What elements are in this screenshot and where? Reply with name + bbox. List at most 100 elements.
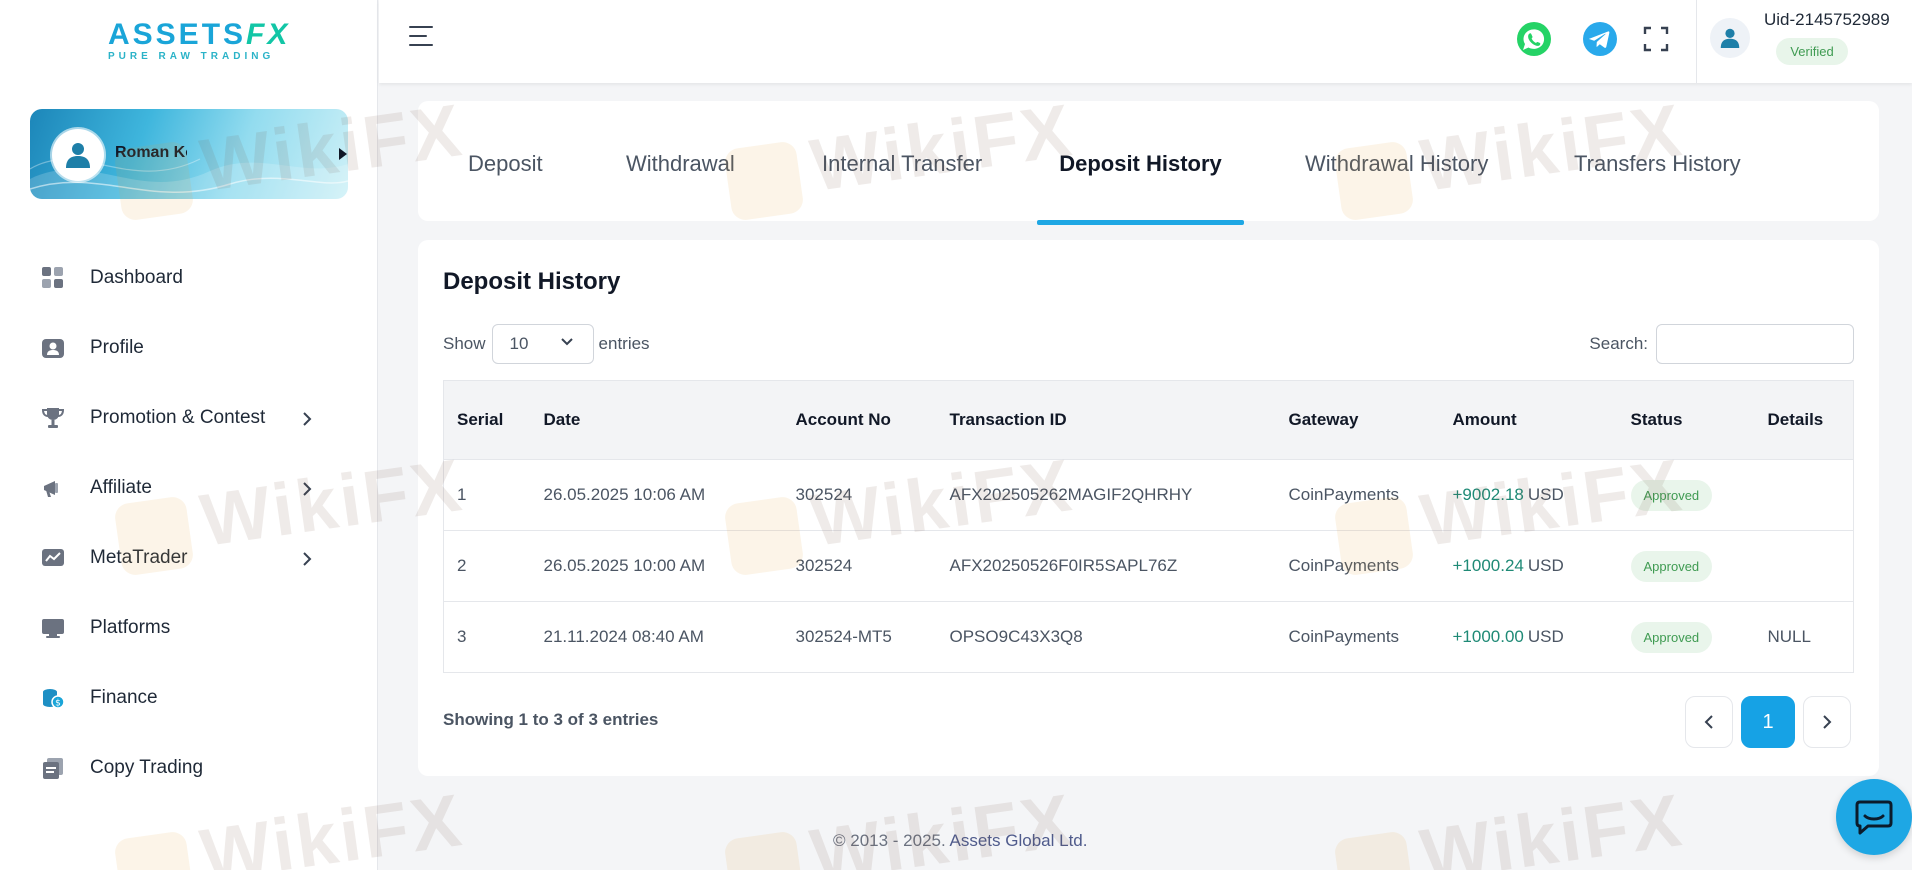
logo-fx-text: FX <box>246 18 291 51</box>
sidebar-item-label: Finance <box>90 687 158 708</box>
monitor-icon <box>40 615 66 641</box>
sidebar-item-metatrader[interactable]: MetaTrader <box>40 538 340 578</box>
sidebar-item-label: Promotion & Contest <box>90 407 266 428</box>
tab-withdrawal-history[interactable]: Withdrawal History <box>1305 101 1488 221</box>
cell-gateway: CoinPayments <box>1275 601 1440 673</box>
search-input[interactable] <box>1656 324 1854 364</box>
tab-withdrawal[interactable]: Withdrawal <box>626 101 735 221</box>
deposit-history-table: Serial Date Account No Transaction ID Ga… <box>443 380 1854 673</box>
watermark-text: WikiFX <box>805 778 1079 870</box>
sidebar-item-promotion[interactable]: Promotion & Contest <box>40 398 340 438</box>
sidebar-item-affiliate[interactable]: Affiliate <box>40 468 340 508</box>
tab-deposit[interactable]: Deposit <box>468 101 543 221</box>
user-card[interactable]: Roman Ko <box>30 109 348 199</box>
entries-label: entries <box>598 334 650 353</box>
sidebar: ASSETSFX PURE RAW TRADING Roman Ko Dashb… <box>0 0 378 870</box>
caret-right-icon[interactable] <box>338 147 348 161</box>
amount-currency: USD <box>1527 485 1564 504</box>
tab-deposit-history[interactable]: Deposit History <box>1037 101 1244 225</box>
show-label: Show <box>443 334 486 353</box>
telegram-icon[interactable] <box>1582 21 1618 57</box>
cell-details <box>1754 459 1854 531</box>
sidebar-item-label: Copy Trading <box>90 757 204 778</box>
chevron-right-icon <box>303 552 312 566</box>
sidebar-item-profile[interactable]: Profile <box>40 328 340 368</box>
search-control: Search: <box>1589 324 1854 364</box>
chevron-right-icon <box>303 412 312 426</box>
tab-internal-transfer[interactable]: Internal Transfer <box>822 101 982 221</box>
col-gateway[interactable]: Gateway <box>1275 380 1440 460</box>
topbar-divider <box>1696 0 1697 83</box>
whatsapp-icon[interactable] <box>1516 21 1552 57</box>
amount-currency: USD <box>1527 556 1564 575</box>
col-status[interactable]: Status <box>1617 380 1755 460</box>
sidebar-item-label: Dashboard <box>90 267 183 288</box>
cell-account: 302524 <box>782 530 937 602</box>
brand-logo[interactable]: ASSETSFX PURE RAW TRADING <box>108 18 287 63</box>
watermark-text: WikiFX <box>1415 778 1689 870</box>
pagination-page-button[interactable]: 1 <box>1741 696 1795 748</box>
col-transaction-id[interactable]: Transaction ID <box>936 380 1276 460</box>
cell-gateway: CoinPayments <box>1275 530 1440 602</box>
footer-company-link[interactable]: Assets Global Ltd. <box>950 831 1088 850</box>
sidebar-item-dashboard[interactable]: Dashboard <box>40 258 340 298</box>
topbar-avatar[interactable] <box>1710 18 1750 58</box>
cell-date: 21.11.2024 08:40 AM <box>530 601 783 673</box>
cell-details <box>1754 530 1854 602</box>
pagination-next-button[interactable] <box>1803 696 1851 748</box>
coins-icon: $ <box>40 685 66 711</box>
amount-value: +9002.18 <box>1452 485 1524 504</box>
col-serial[interactable]: Serial <box>443 380 531 460</box>
sidebar-item-finance[interactable]: $ Finance <box>40 678 340 718</box>
cell-serial: 1 <box>443 459 531 531</box>
finance-tabs: Deposit Withdrawal Internal Transfer Dep… <box>418 101 1879 225</box>
sidebar-item-copy-trading[interactable]: Copy Trading <box>40 748 340 788</box>
table-info: Showing 1 to 3 of 3 entries <box>443 710 659 729</box>
cell-date: 26.05.2025 10:06 AM <box>530 459 783 531</box>
copy-icon <box>40 755 66 781</box>
cell-transaction-id: OPSO9C43X3Q8 <box>936 601 1276 673</box>
sidebar-item-label: Platforms <box>90 617 171 638</box>
col-account-no[interactable]: Account No <box>782 380 937 460</box>
table-row: 2 26.05.2025 10:00 AM 302524 AFX20250526… <box>443 530 1854 602</box>
cell-account: 302524 <box>782 459 937 531</box>
tab-transfers-history[interactable]: Transfers History <box>1574 101 1741 221</box>
live-chat-button[interactable] <box>1836 779 1912 855</box>
status-badge: Approved <box>1630 550 1713 582</box>
logo-tagline: PURE RAW TRADING <box>108 51 275 62</box>
sidebar-item-label: MetaTrader <box>90 547 188 568</box>
entries-select-value: 10 <box>509 334 529 353</box>
sidebar-item-label: Affiliate <box>90 477 152 498</box>
svg-text:$: $ <box>55 699 61 709</box>
amount-value: +1000.24 <box>1452 556 1524 575</box>
cell-status: Approved <box>1617 601 1755 673</box>
user-icon <box>1720 28 1740 48</box>
cell-details: NULL <box>1754 601 1854 673</box>
chevron-down-icon <box>560 338 573 346</box>
cell-amount: +1000.24 USD <box>1439 530 1618 602</box>
entries-select[interactable]: 10 <box>491 324 594 364</box>
col-details[interactable]: Details <box>1754 380 1854 460</box>
sidebar-item-label: Profile <box>90 337 144 358</box>
sidebar-item-platforms[interactable]: Platforms <box>40 608 340 648</box>
user-avatar <box>52 129 104 181</box>
col-date[interactable]: Date <box>530 380 783 460</box>
dashboard-icon <box>40 265 66 291</box>
cell-serial: 2 <box>443 530 531 602</box>
verified-badge: Verified <box>1776 38 1848 65</box>
table-row: 1 26.05.2025 10:06 AM 302524 AFX20250526… <box>443 459 1854 531</box>
table-header-row: Serial Date Account No Transaction ID Ga… <box>443 380 1854 460</box>
cell-status: Approved <box>1617 530 1755 602</box>
col-amount[interactable]: Amount <box>1439 380 1618 460</box>
megaphone-icon <box>40 475 66 501</box>
fullscreen-icon[interactable] <box>1641 24 1671 54</box>
cell-status: Approved <box>1617 459 1755 531</box>
status-badge: Approved <box>1630 479 1713 511</box>
chevron-left-icon <box>1704 715 1713 729</box>
user-uid: Uid-2145752989 <box>1764 10 1890 29</box>
card-title: Deposit History <box>443 268 621 295</box>
menu-toggle-button[interactable] <box>409 26 435 50</box>
cell-transaction-id: AFX202505262MAGIF2QHRHY <box>936 459 1276 531</box>
pagination-prev-button[interactable] <box>1685 696 1733 748</box>
logo-text: ASSETS <box>108 18 247 51</box>
